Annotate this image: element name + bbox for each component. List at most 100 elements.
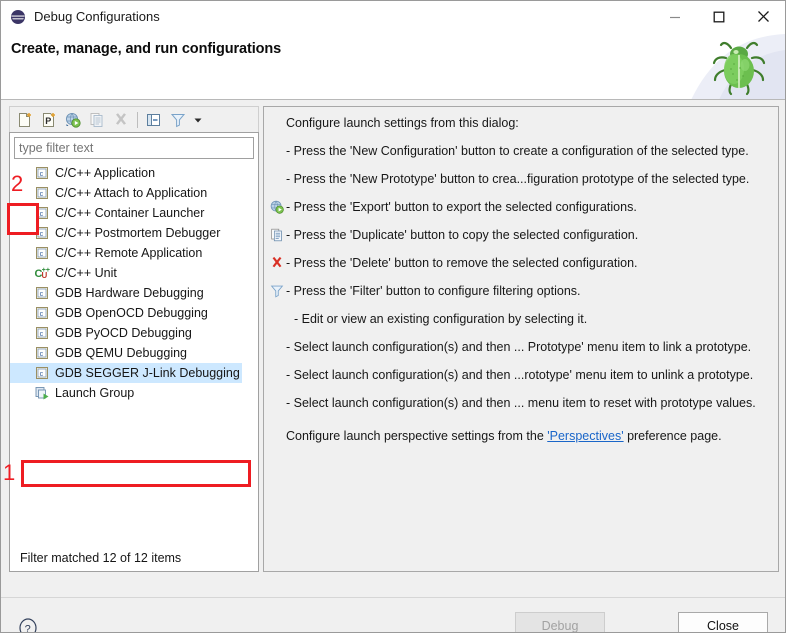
no-icon (268, 311, 286, 327)
c-config-icon: c (36, 287, 48, 299)
tree-item-label: GDB QEMU Debugging (55, 346, 188, 360)
svg-text:++: ++ (42, 267, 50, 274)
c-config-icon: c (36, 307, 48, 319)
tree-item-label: C/C++ Application (55, 166, 156, 180)
tree-item-launch-group[interactable]: Launch Group (10, 383, 258, 403)
gdb-segger-jlink-row[interactable]: c GDB SEGGER J-Link Debugging (10, 363, 242, 383)
delete-icon (268, 255, 286, 271)
toolbar-separator (137, 111, 138, 128)
svg-text:c: c (40, 171, 44, 178)
filter-status-text: Filter matched 12 of 12 items (10, 547, 258, 571)
info-line-edit-existing: - Edit or view an existing configuration… (268, 311, 772, 329)
info-line-new-prototype: - Press the 'New Prototype' button to cr… (268, 171, 772, 189)
c-config-icon: c (36, 347, 48, 359)
tree-item-gdb-openocd-debugging[interactable]: c GDB OpenOCD Debugging (10, 303, 258, 323)
svg-text:P: P (45, 116, 51, 126)
export-icon (268, 199, 286, 215)
svg-text:c: c (40, 351, 44, 358)
close-button[interactable]: Close (678, 612, 768, 632)
tree-item-label: C/C++ Remote Application (55, 246, 203, 260)
minimize-icon[interactable] (653, 1, 697, 32)
footer-suffix-text: preference page. (623, 429, 722, 443)
no-icon (268, 367, 286, 383)
tree-item-label: GDB PyOCD Debugging (55, 326, 192, 340)
export-button[interactable] (61, 109, 85, 131)
c-config-icon: c (36, 167, 48, 179)
tree-item-gdb-pyocd-debugging[interactable]: c GDB PyOCD Debugging (10, 323, 258, 343)
svg-text:c: c (40, 191, 44, 198)
window-controls (653, 1, 785, 32)
delete-button[interactable] (109, 109, 133, 131)
debug-configurations-dialog: Debug Configurations Create, manage, and… (0, 0, 786, 633)
tree-item-cpp-container-launcher[interactable]: c C/C++ Container Launcher (10, 203, 258, 223)
new-configuration-button[interactable] (13, 109, 37, 131)
info-line-duplicate: - Press the 'Duplicate' button to copy t… (268, 227, 772, 245)
duplicate-icon (268, 227, 286, 243)
dialog-footer: ? Debug Close CSDN @半斗米 (1, 597, 785, 633)
new-prototype-button[interactable]: P (37, 109, 61, 131)
svg-text:c: c (40, 311, 44, 318)
tree-item-label: Launch Group (55, 386, 135, 400)
filter-button[interactable] (166, 109, 190, 131)
tree-item-label: GDB OpenOCD Debugging (55, 306, 208, 320)
svg-text:?: ? (25, 624, 31, 633)
launch-group-icon (35, 387, 49, 400)
info-line-new-configuration: - Press the 'New Configuration' button t… (268, 143, 772, 161)
footer-prefix-text: Configure launch perspective settings fr… (286, 429, 548, 443)
annotation-number-1: 1 (3, 460, 16, 485)
search-input[interactable] (14, 137, 254, 159)
info-line-export: - Press the 'Export' button to export th… (268, 199, 772, 217)
annotation-number-2: 2 (11, 171, 24, 196)
title-bar: Debug Configurations (1, 1, 785, 32)
tree-item-label: C/C++ Container Launcher (55, 206, 205, 220)
svg-text:c: c (40, 331, 44, 338)
chevron-down-icon[interactable] (190, 109, 206, 131)
filter-icon (268, 283, 286, 299)
c-config-icon: c (36, 247, 48, 259)
tree-item-cpp-unit[interactable]: C U ++ C/C++ Unit (10, 263, 258, 283)
page-title: Create, manage, and run configurations (11, 41, 282, 57)
duplicate-button[interactable] (85, 109, 109, 131)
tree-item-gdb-qemu-debugging[interactable]: c GDB QEMU Debugging (10, 343, 258, 363)
collapse-all-button[interactable] (142, 109, 166, 131)
configuration-tree: c C/C++ Application c C/C++ Attach to Ap… (10, 161, 258, 403)
info-line-reset-prototype: - Select launch configuration(s) and the… (268, 395, 772, 413)
perspectives-footer: Configure launch perspective settings fr… (268, 429, 772, 443)
tree-item-gdb-hardware-debugging[interactable]: c GDB Hardware Debugging (10, 283, 258, 303)
perspectives-link[interactable]: 'Perspectives' (547, 429, 623, 443)
help-icon[interactable]: ? (18, 618, 38, 633)
eclipse-debug-icon (11, 9, 25, 24)
tree-toolbar: P (9, 106, 259, 132)
no-icon (268, 395, 286, 411)
svg-text:c: c (40, 251, 44, 258)
info-line-delete: - Press the 'Delete' button to remove th… (268, 255, 772, 273)
filter-field-wrapper (10, 133, 258, 161)
no-icon (268, 339, 286, 355)
c-config-icon: c (36, 327, 48, 339)
tree-item-label: GDB SEGGER J-Link Debugging (55, 366, 240, 380)
tree-item-cpp-attach[interactable]: c C/C++ Attach to Application (10, 183, 258, 203)
tree-item-label: C/C++ Attach to Application (55, 186, 208, 200)
tree-item-cpp-postmortem[interactable]: c C/C++ Postmortem Debugger (10, 223, 258, 243)
no-icon (268, 171, 286, 187)
tree-item-cpp-application[interactable]: c C/C++ Application (10, 163, 258, 183)
info-line-filter: - Press the 'Filter' button to configure… (268, 283, 772, 301)
cunit-icon: C U ++ (35, 267, 50, 280)
info-heading: Configure launch settings from this dial… (268, 115, 772, 133)
info-panel: Configure launch settings from this dial… (263, 106, 779, 572)
info-content: Configure launch settings from this dial… (264, 107, 778, 443)
green-bug-icon (712, 41, 766, 96)
dialog-body: P type filter text c C/C++ Application c… (1, 100, 785, 597)
maximize-icon[interactable] (697, 1, 741, 32)
close-icon[interactable] (741, 1, 785, 32)
dialog-banner: Create, manage, and run configurations (1, 32, 785, 100)
tree-item-label: GDB Hardware Debugging (55, 286, 204, 300)
c-config-icon: c (36, 367, 48, 379)
info-line-unlink-prototype: - Select launch configuration(s) and the… (268, 367, 772, 385)
no-icon (268, 115, 286, 131)
configuration-tree-panel: c C/C++ Application c C/C++ Attach to Ap… (9, 132, 259, 572)
debug-button[interactable]: Debug (515, 612, 605, 632)
tree-item-label: C/C++ Postmortem Debugger (55, 226, 221, 240)
tree-item-cpp-remote-application[interactable]: c C/C++ Remote Application (10, 243, 258, 263)
svg-text:c: c (40, 231, 44, 238)
